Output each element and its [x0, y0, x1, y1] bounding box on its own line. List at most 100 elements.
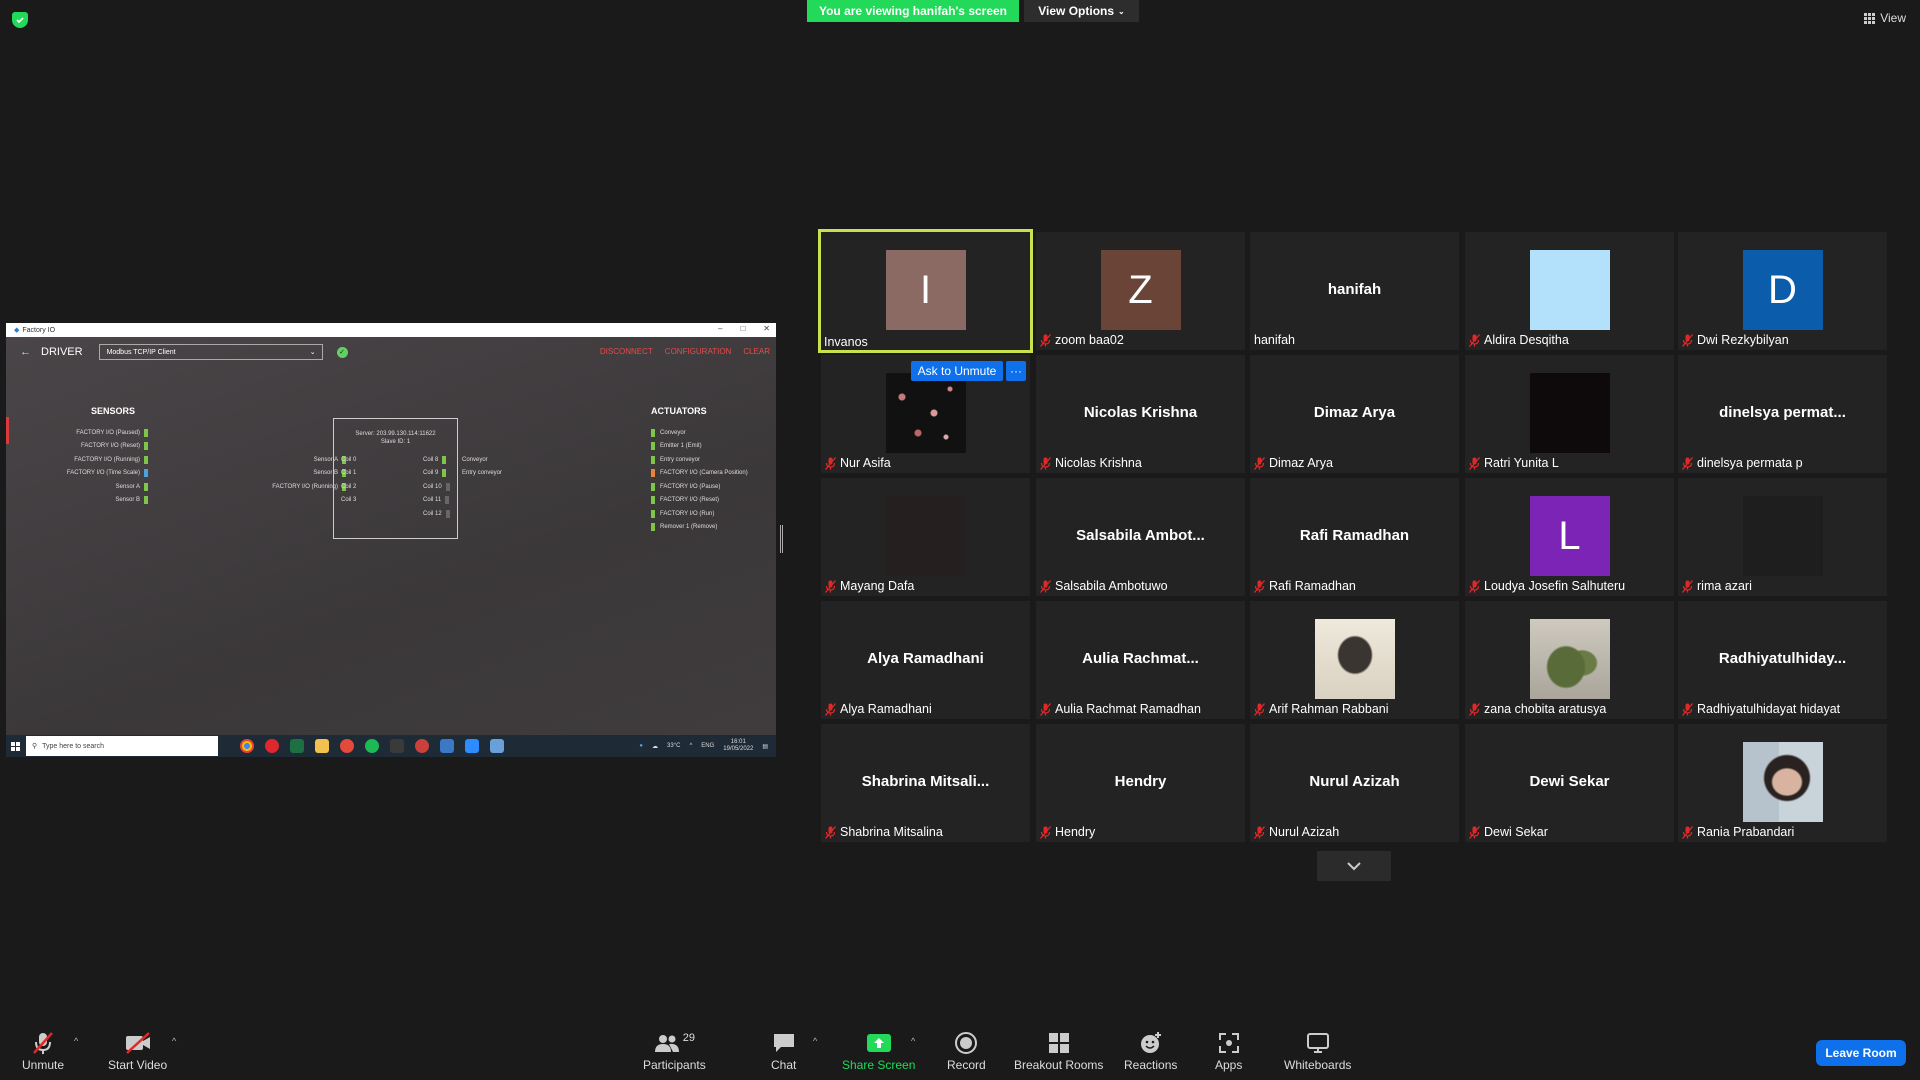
- participant-display-name: Shabrina Mitsali...: [861, 773, 990, 790]
- viewing-screen-banner: You are viewing hanifah's screen: [807, 0, 1019, 22]
- coils-right: Coil 8 Coil 9 Coil 10 Coil 11 Coil 12: [423, 453, 450, 521]
- share-screen-button[interactable]: Share Screen: [842, 1030, 915, 1072]
- split-resize-handle[interactable]: [780, 525, 783, 553]
- mic-muted-icon: [1682, 825, 1693, 839]
- mic-muted-icon: [825, 456, 836, 470]
- participant-tile[interactable]: Salsabila Ambot... Salsabila Ambotuwo: [1036, 478, 1245, 596]
- participants-button[interactable]: 29 Participants: [643, 1030, 706, 1072]
- participant-tile[interactable]: Hendry Hendry: [1036, 724, 1245, 842]
- ask-to-unmute-button[interactable]: Ask to Unmute: [911, 361, 1003, 381]
- participant-tile[interactable]: hanifah hanifah: [1250, 232, 1459, 350]
- configuration-action: CONFIGURATION: [664, 347, 732, 356]
- whiteboards-label: Whiteboards: [1284, 1058, 1352, 1072]
- participant-tile[interactable]: zana chobita aratusya: [1465, 601, 1674, 719]
- participant-tile[interactable]: Mayang Dafa: [821, 478, 1030, 596]
- chat-label: Chat: [771, 1058, 797, 1072]
- share-options-caret-icon[interactable]: ^: [911, 1036, 915, 1046]
- participant-display-name: Nicolas Krishna: [1083, 404, 1198, 421]
- chat-icon: [773, 1034, 794, 1052]
- video-options-caret-icon[interactable]: ^: [172, 1036, 176, 1046]
- participant-name: hanifah: [1254, 333, 1296, 347]
- profile-picture: [1314, 619, 1395, 699]
- mapped-inputs: Sensor A Sensor B FACTORY I/O (Running): [226, 453, 346, 494]
- participant-name-label: Mayang Dafa: [825, 579, 914, 593]
- participant-display-name: Dimaz Arya: [1313, 404, 1396, 421]
- participant-tile[interactable]: Dimaz Arya Dimaz Arya: [1250, 355, 1459, 473]
- participant-name: Dewi Sekar: [1484, 825, 1548, 839]
- whiteboards-icon: [1306, 1033, 1329, 1053]
- record-button[interactable]: Record: [947, 1030, 986, 1072]
- participant-name-label: zana chobita aratusya: [1469, 702, 1606, 716]
- avatar: I: [885, 250, 966, 330]
- participant-tile[interactable]: D Dwi Rezkybilyan: [1678, 232, 1887, 350]
- participant-tile[interactable]: L Loudya Josefin Salhuteru: [1465, 478, 1674, 596]
- participant-display-name: Alya Ramadhani: [867, 650, 984, 667]
- mic-muted-icon: [1040, 825, 1051, 839]
- taskbar-search-placeholder: Type here to search: [42, 742, 105, 750]
- leave-room-button[interactable]: Leave Room: [1816, 1040, 1906, 1066]
- shared-screen[interactable]: ◆ Factory IO – □ ✕ ← DRIVER Modbus TCP/I…: [6, 323, 776, 757]
- more-options-button[interactable]: ···: [1006, 361, 1026, 381]
- participant-display-name: Dewi Sekar: [1529, 773, 1610, 790]
- connected-check-icon: ✓: [336, 346, 348, 358]
- factory-io-icon: [440, 739, 454, 753]
- participant-name: Nur Asifa: [840, 456, 891, 470]
- whiteboards-button[interactable]: Whiteboards: [1284, 1030, 1351, 1072]
- actuator-list: Conveyor Emitter 1 (Emit) Entry conveyor…: [651, 426, 748, 534]
- participant-tile[interactable]: rima azari: [1678, 478, 1887, 596]
- disconnect-action: DISCONNECT: [599, 347, 653, 356]
- participants-count: 29: [682, 1032, 695, 1044]
- participant-tile[interactable]: Shabrina Mitsali... Shabrina Mitsalina: [821, 724, 1030, 842]
- mic-muted-icon: [1469, 456, 1480, 470]
- participant-tile[interactable]: Rania Prabandari: [1678, 724, 1887, 842]
- participant-tile[interactable]: I Invanos: [818, 229, 1033, 353]
- chat-button[interactable]: Chat: [771, 1030, 796, 1072]
- participant-tile[interactable]: Alya Ramadhani Alya Ramadhani: [821, 601, 1030, 719]
- participant-name: Invanos: [824, 335, 868, 349]
- windows-taskbar: ⚲ Type here to search ● ☁ 33°C ^ ENG 16:…: [6, 735, 776, 757]
- participant-tile[interactable]: Radhiyatulhiday... Radhiyatulhidayat hida…: [1678, 601, 1887, 719]
- participant-name: Loudya Josefin Salhuteru: [1484, 579, 1626, 593]
- participant-name-label: Aulia Rachmat Ramadhan: [1040, 702, 1201, 716]
- chevron-down-icon: [1347, 862, 1361, 871]
- driver-select: Modbus TCP/IP Client ⌄: [98, 344, 323, 360]
- audio-options-caret-icon[interactable]: ^: [74, 1036, 78, 1046]
- participant-tile[interactable]: Nurul Azizah Nurul Azizah: [1250, 724, 1459, 842]
- driver-title: DRIVER: [41, 346, 83, 358]
- participant-name-label: Ratri Yunita L: [1469, 456, 1559, 470]
- view-layout-button[interactable]: View: [1864, 11, 1906, 25]
- breakout-rooms-icon: [1048, 1033, 1069, 1053]
- unmute-button[interactable]: Unmute: [22, 1030, 64, 1072]
- next-page-button[interactable]: [1317, 851, 1391, 881]
- view-options-label: View Options: [1038, 4, 1115, 18]
- apps-button[interactable]: Apps: [1215, 1030, 1242, 1072]
- participant-tile[interactable]: Ratri Yunita L: [1465, 355, 1674, 473]
- participant-display-name: hanifah: [1327, 281, 1382, 298]
- participant-tile[interactable]: dinelsya permat... dinelsya permata p: [1678, 355, 1887, 473]
- participant-tile[interactable]: Zzoom baa02: [1036, 232, 1245, 350]
- encryption-shield-icon[interactable]: [12, 12, 28, 28]
- start-video-button[interactable]: Start Video: [108, 1030, 167, 1072]
- file-explorer-icon: [315, 739, 329, 753]
- participant-tile[interactable]: Rafi Ramadhan Rafi Ramadhan: [1250, 478, 1459, 596]
- participant-tile[interactable]: Aldira Desqitha: [1465, 232, 1674, 350]
- view-options-button[interactable]: View Options ⌄: [1024, 0, 1139, 22]
- avatar: [1529, 250, 1610, 330]
- participant-tile[interactable]: Nicolas Krishna Nicolas Krishna: [1036, 355, 1245, 473]
- reactions-button[interactable]: Reactions: [1124, 1030, 1177, 1072]
- profile-picture: [1742, 742, 1823, 822]
- driver-select-value: Modbus TCP/IP Client: [106, 348, 176, 356]
- mic-muted-icon: [1682, 456, 1693, 470]
- participant-name-label: Shabrina Mitsalina: [825, 825, 943, 839]
- participant-name-label: Hendry: [1040, 825, 1095, 839]
- chat-options-caret-icon[interactable]: ^: [813, 1036, 817, 1046]
- participant-tile[interactable]: Dewi Sekar Dewi Sekar: [1465, 724, 1674, 842]
- participant-name-label: Arif Rahman Rabbani: [1254, 702, 1389, 716]
- chrome-icon: [240, 739, 254, 753]
- mic-muted-icon: [1469, 333, 1480, 347]
- breakout-rooms-button[interactable]: Breakout Rooms: [1014, 1030, 1103, 1072]
- factory-io-icon: ◆: [14, 327, 20, 334]
- record-label: Record: [947, 1058, 986, 1072]
- participant-tile[interactable]: Aulia Rachmat... Aulia Rachmat Ramadhan: [1036, 601, 1245, 719]
- participant-tile[interactable]: Arif Rahman Rabbani: [1250, 601, 1459, 719]
